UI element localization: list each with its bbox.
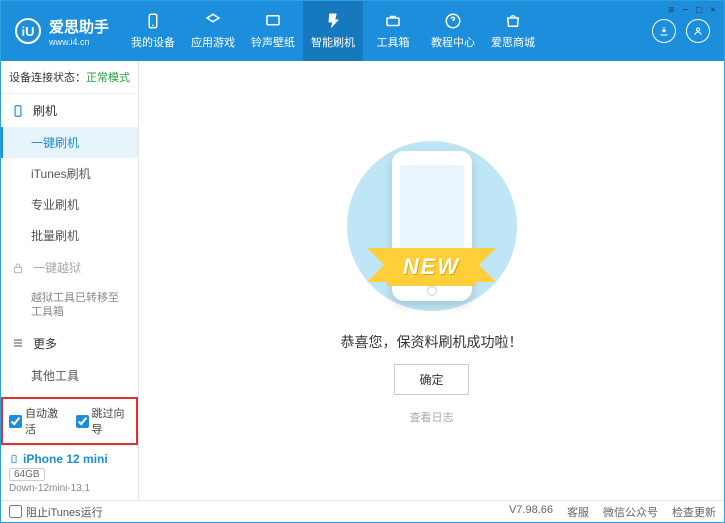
nav-store[interactable]: 爱思商城 [483, 1, 543, 61]
nav-apps[interactable]: 应用游戏 [183, 1, 243, 61]
device-storage: 64GB [9, 468, 45, 481]
logo-icon: iU [15, 18, 41, 44]
logo-title: 爱思助手 [49, 16, 109, 37]
lock-icon [11, 261, 25, 275]
top-nav: 我的设备 应用游戏 铃声壁纸 智能刷机 工具箱 教程中心 [123, 1, 652, 61]
highlight-box: 自动激活 跳过向导 [1, 397, 138, 445]
wechat-link[interactable]: 微信公众号 [603, 504, 658, 520]
nav-label: 工具箱 [377, 34, 410, 50]
view-log-link[interactable]: 查看日志 [410, 409, 454, 425]
flash-icon [324, 12, 342, 30]
device-name-label: iPhone 12 mini [23, 452, 108, 466]
footer: 阻止iTunes运行 V7.98.66 客服 微信公众号 检查更新 [1, 500, 724, 522]
nav-label: 智能刷机 [311, 34, 355, 50]
nav-toolbox[interactable]: 工具箱 [363, 1, 423, 61]
minimize-icon[interactable]: − [682, 5, 688, 16]
checkbox-skip-guide[interactable]: 跳过向导 [76, 405, 131, 437]
sidebar-header-jailbreak[interactable]: 一键越狱 [1, 251, 138, 284]
nav-ringtone[interactable]: 铃声壁纸 [243, 1, 303, 61]
nav-label: 教程中心 [431, 34, 475, 50]
check-update-link[interactable]: 检查更新 [672, 504, 716, 520]
phone-icon [11, 104, 25, 118]
device-info[interactable]: iPhone 12 mini 64GB Down-12mini-13,1 [1, 445, 138, 500]
main-content: NEW 恭喜您，保资料刷机成功啦！ 确定 查看日志 [139, 61, 724, 500]
phone-icon [9, 452, 19, 466]
success-illustration: NEW [342, 136, 522, 316]
download-button[interactable] [652, 19, 676, 43]
nav-label: 应用游戏 [191, 34, 235, 50]
device-name: iPhone 12 mini [9, 452, 130, 466]
sidebar-header-label: 更多 [33, 335, 57, 352]
sidebar-header-label: 一键越狱 [33, 259, 81, 276]
settings-icon[interactable]: ≡ [668, 5, 674, 16]
wallpaper-icon [264, 12, 282, 30]
store-icon [504, 12, 522, 30]
sidebar-jailbreak-note: 越狱工具已转移至 工具箱 [1, 284, 138, 327]
sidebar-group-jailbreak: 一键越狱 越狱工具已转移至 工具箱 [1, 251, 138, 327]
checkbox-input[interactable] [9, 415, 22, 428]
nav-smart-flash[interactable]: 智能刷机 [303, 1, 363, 61]
sidebar-group-flash: 刷机 一键刷机 iTunes刷机 专业刷机 批量刷机 [1, 94, 138, 251]
help-icon [444, 12, 462, 30]
apps-icon [204, 12, 222, 30]
sidebar-item-pro[interactable]: 专业刷机 [1, 189, 138, 220]
ok-button[interactable]: 确定 [394, 364, 468, 395]
sidebar-item-itunes[interactable]: iTunes刷机 [1, 158, 138, 189]
checkbox-label: 自动激活 [25, 405, 64, 437]
sidebar-header-label: 刷机 [33, 102, 57, 119]
sidebar-header-more[interactable]: 更多 [1, 327, 138, 360]
connection-status: 设备连接状态：正常模式 [1, 61, 138, 94]
user-button[interactable] [686, 19, 710, 43]
logo-subtitle: www.i4.cn [49, 37, 109, 47]
list-icon [11, 336, 25, 350]
sidebar-item-batch[interactable]: 批量刷机 [1, 220, 138, 251]
close-icon[interactable]: × [710, 5, 716, 16]
new-banner: NEW [387, 248, 476, 286]
nav-tutorial[interactable]: 教程中心 [423, 1, 483, 61]
phone-icon [144, 12, 162, 30]
nav-label: 爱思商城 [491, 34, 535, 50]
sidebar-item-other[interactable]: 其他工具 [1, 360, 138, 391]
toolbox-icon [384, 12, 402, 30]
header: iU 爱思助手 www.i4.cn 我的设备 应用游戏 铃声壁纸 智能刷机 [1, 1, 724, 61]
status-label: 设备连接状态： [9, 72, 86, 84]
checkbox-input[interactable] [9, 505, 22, 518]
version-label: V7.98.66 [509, 504, 553, 520]
sidebar-header-flash[interactable]: 刷机 [1, 94, 138, 127]
checkbox-label: 跳过向导 [92, 405, 131, 437]
checkbox-input[interactable] [76, 415, 89, 428]
support-link[interactable]: 客服 [567, 504, 589, 520]
sidebar-group-more: 更多 其他工具 下载固件 高级功能 [1, 327, 138, 397]
nav-label: 我的设备 [131, 34, 175, 50]
logo: iU 爱思助手 www.i4.cn [1, 16, 123, 47]
checkbox-label: 阻止iTunes运行 [26, 504, 103, 520]
checkbox-auto-activate[interactable]: 自动激活 [9, 405, 64, 437]
sidebar: 设备连接状态：正常模式 刷机 一键刷机 iTunes刷机 专业刷机 批量刷机 [1, 61, 139, 500]
success-message: 恭喜您，保资料刷机成功啦！ [341, 332, 523, 352]
nav-label: 铃声壁纸 [251, 34, 295, 50]
device-sub: Down-12mini-13,1 [9, 483, 130, 494]
status-value: 正常模式 [86, 72, 130, 84]
nav-my-device[interactable]: 我的设备 [123, 1, 183, 61]
sidebar-item-oneclick[interactable]: 一键刷机 [1, 127, 138, 158]
banner-text: NEW [387, 248, 476, 286]
maximize-icon[interactable]: □ [696, 5, 702, 16]
checkbox-block-itunes[interactable]: 阻止iTunes运行 [9, 504, 103, 520]
